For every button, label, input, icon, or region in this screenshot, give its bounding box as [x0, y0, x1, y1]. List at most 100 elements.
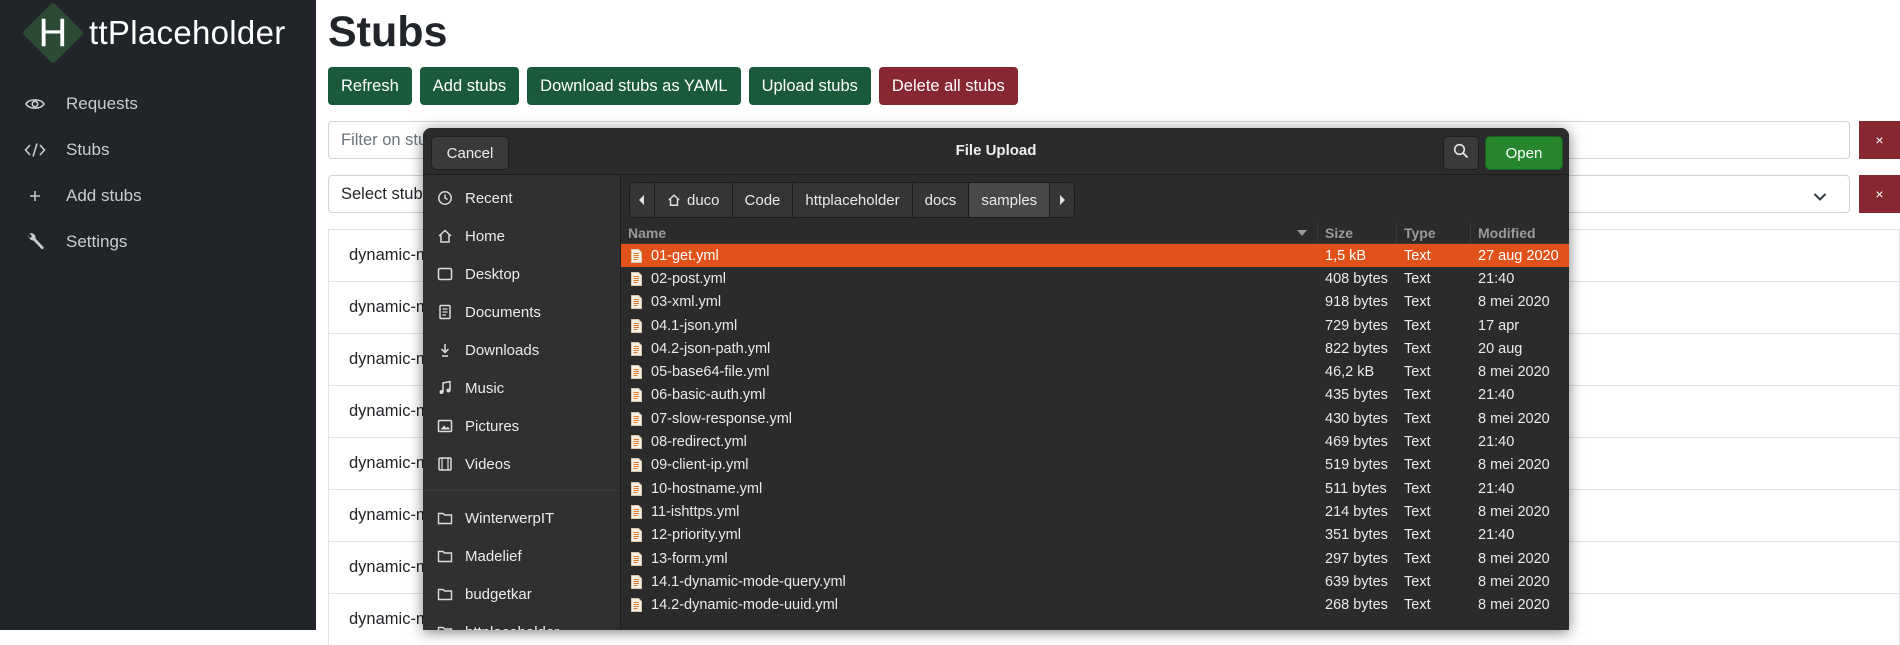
bookmark-madelief[interactable]: Madelief — [423, 537, 620, 575]
column-header-modified[interactable]: Modified — [1471, 222, 1561, 243]
sidebar-item-settings[interactable]: Settings — [0, 219, 316, 265]
file-list: Name Size Type Modified 01-get.yml 1,5 kB… — [621, 222, 1569, 630]
add-stubs-button[interactable]: Add stubs — [419, 67, 520, 105]
place-label: Pictures — [465, 417, 520, 435]
file-name-cell: 04.2-json-path.yml — [621, 341, 1318, 357]
file-row[interactable]: 05-base64-file.yml 46,2 kB Text 8 mei 2020 — [621, 360, 1569, 383]
search-icon — [1453, 143, 1469, 164]
chevron-down-icon — [1813, 188, 1827, 207]
column-header-name[interactable]: Name — [621, 222, 1318, 243]
desktop-icon — [437, 267, 453, 281]
path-crumb-code[interactable]: Code — [732, 183, 794, 217]
path-back-button[interactable] — [630, 183, 655, 217]
open-button[interactable]: Open — [1485, 136, 1563, 170]
place-documents[interactable]: Documents — [423, 293, 620, 331]
path-forward-button[interactable] — [1050, 183, 1075, 217]
file-type: Text — [1404, 434, 1431, 451]
text-file-icon — [631, 598, 642, 613]
file-row[interactable]: 06-basic-auth.yml 435 bytes Text 21:40 — [621, 384, 1569, 407]
file-name: 07-slow-response.yml — [651, 410, 793, 427]
brand[interactable]: H ttPlaceholder — [21, 1, 286, 65]
file-name-cell: 03-xml.yml — [621, 294, 1318, 310]
file-modified: 17 apr — [1478, 317, 1520, 334]
file-row[interactable]: 14.2-dynamic-mode-uuid.yml 268 bytes Text 8… — [621, 593, 1569, 616]
text-file-icon — [631, 271, 642, 286]
file-name: 10-hostname.yml — [651, 480, 763, 497]
file-size: 268 bytes — [1325, 597, 1388, 614]
bookmark-httplaceholder[interactable]: httplaceholder — [423, 613, 620, 630]
download-yaml-button[interactable]: Download stubs as YAML — [527, 67, 741, 105]
text-file-icon — [631, 411, 642, 426]
file-row[interactable]: 02-post.yml 408 bytes Text 21:40 — [621, 267, 1569, 290]
path-crumb-httplaceholder[interactable]: httplaceholder — [793, 183, 913, 217]
column-header-size[interactable]: Size — [1318, 222, 1397, 243]
file-row[interactable]: 13-form.yml 297 bytes Text 8 mei 2020 — [621, 547, 1569, 570]
clear-filter-button[interactable]: × — [1859, 121, 1900, 159]
place-label: Documents — [465, 303, 541, 321]
file-row[interactable]: 10-hostname.yml 511 bytes Text 21:40 — [621, 477, 1569, 500]
file-modified: 21:40 — [1478, 480, 1515, 497]
file-row[interactable]: 01-get.yml 1,5 kB Text 27 aug 2020 — [621, 244, 1569, 268]
sidebar-item-requests[interactable]: Requests — [0, 81, 316, 127]
divider — [423, 490, 620, 491]
search-button[interactable] — [1443, 136, 1479, 170]
delete-all-stubs-button[interactable]: Delete all stubs — [878, 67, 1018, 105]
file-name-cell: 02-post.yml — [621, 271, 1318, 287]
column-header-type[interactable]: Type — [1397, 222, 1471, 243]
text-file-icon — [631, 481, 642, 496]
folder-icon — [437, 588, 453, 601]
dialog-header: Cancel File Upload Open — [423, 128, 1569, 175]
select-placeholder: Select stub — [341, 184, 423, 203]
path-crumb-samples[interactable]: samples — [969, 183, 1051, 217]
path-crumb-docs[interactable]: docs — [912, 183, 970, 217]
sidebar-item-add-stubs[interactable]: Add stubs — [0, 173, 316, 219]
logo-letter: H — [38, 11, 68, 55]
bookmark-winterwerpit[interactable]: WinterwerpIT — [423, 499, 620, 537]
upload-stubs-button[interactable]: Upload stubs — [748, 67, 871, 105]
refresh-button[interactable]: Refresh — [328, 67, 412, 105]
place-videos[interactable]: Videos — [423, 445, 620, 483]
file-type: Text — [1404, 457, 1431, 474]
sidebar-item-stubs[interactable]: Stubs — [0, 127, 316, 173]
stub-id: dynamic-m — [349, 610, 430, 628]
crumb-label: duco — [687, 191, 720, 209]
file-row[interactable]: 07-slow-response.yml 430 bytes Text 8 mei 2… — [621, 407, 1569, 430]
home-icon — [668, 194, 680, 206]
file-modified: 21:40 — [1478, 434, 1515, 451]
path-crumb-duco[interactable]: duco — [655, 183, 733, 217]
place-recent[interactable]: Recent — [423, 179, 620, 217]
file-row[interactable]: 09-client-ip.yml 519 bytes Text 8 mei 2020 — [621, 454, 1569, 477]
crumb-label: httplaceholder — [805, 191, 900, 209]
bookmark-budgetkar[interactable]: budgetkar — [423, 575, 620, 613]
file-row[interactable]: 03-xml.yml 918 bytes Text 8 mei 2020 — [621, 291, 1569, 314]
text-file-icon — [631, 504, 642, 519]
home-icon — [438, 229, 452, 243]
file-size: 639 bytes — [1325, 573, 1388, 590]
place-downloads[interactable]: Downloads — [423, 331, 620, 369]
file-name-cell: 12-priority.yml — [621, 527, 1318, 543]
file-size: 430 bytes — [1325, 410, 1388, 427]
text-file-icon — [631, 341, 642, 356]
stub-id: dynamic-m — [349, 246, 430, 264]
place-music[interactable]: Music — [423, 369, 620, 407]
file-size: 408 bytes — [1325, 270, 1388, 287]
file-row[interactable]: 11-ishttps.yml 214 bytes Text 8 mei 2020 — [621, 500, 1569, 523]
file-row[interactable]: 04.2-json-path.yml 822 bytes Text 20 aug — [621, 337, 1569, 360]
file-name: 14.1-dynamic-mode-query.yml — [651, 573, 846, 590]
file-row[interactable]: 12-priority.yml 351 bytes Text 21:40 — [621, 524, 1569, 547]
file-size: 214 bytes — [1325, 503, 1388, 520]
stub-id: dynamic-m — [349, 506, 430, 524]
file-row[interactable]: 04.1-json.yml 729 bytes Text 17 apr — [621, 314, 1569, 337]
sidebar-item-label: Add stubs — [66, 186, 142, 205]
clear-select-button[interactable]: × — [1859, 175, 1900, 213]
place-label: Music — [465, 379, 505, 397]
file-upload-dialog: Cancel File Upload Open Recent Home Desk… — [423, 128, 1569, 630]
place-desktop[interactable]: Desktop — [423, 255, 620, 293]
place-pictures[interactable]: Pictures — [423, 407, 620, 445]
place-home[interactable]: Home — [423, 217, 620, 255]
dialog-title: File Upload — [955, 142, 1037, 159]
file-row[interactable]: 08-redirect.yml 469 bytes Text 21:40 — [621, 430, 1569, 453]
logo: H — [21, 1, 85, 65]
sidebar-item-label: Stubs — [66, 140, 110, 159]
file-row[interactable]: 14.1-dynamic-mode-query.yml 639 bytes Text… — [621, 570, 1569, 593]
